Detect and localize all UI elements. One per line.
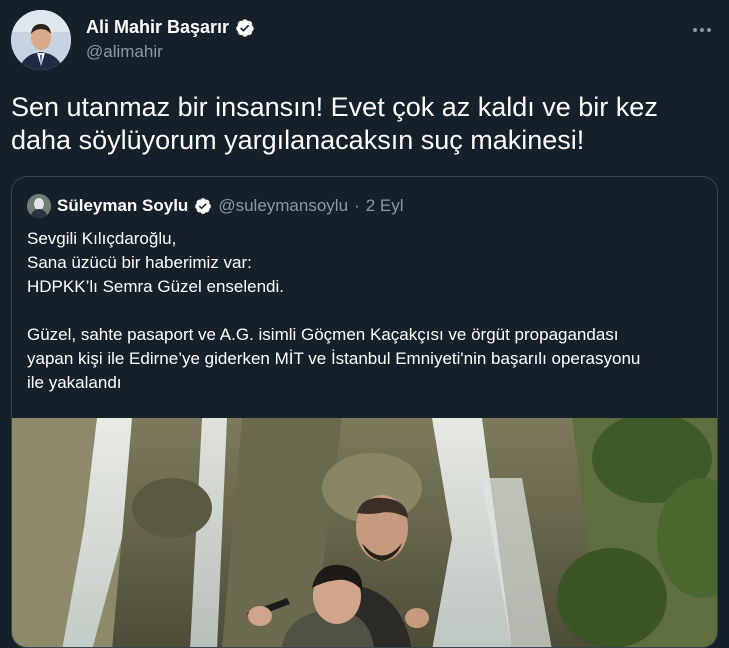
quoted-author-avatar[interactable] [27, 194, 51, 218]
quoted-tweet[interactable]: Süleyman Soylu @suleymansoylu · 2 Eyl Se… [11, 176, 718, 648]
quoted-text-line: ile yakalandı [27, 373, 122, 392]
quoted-tweet-photo[interactable] [12, 418, 717, 647]
tweet: Ali Mahir Başarır @alimahir Sen utanmaz … [0, 0, 729, 648]
author-info: Ali Mahir Başarır @alimahir [86, 17, 255, 62]
tweet-text: Sen utanmaz bir insansın! Evet çok az ka… [11, 92, 658, 155]
quoted-text-line: Sana üzücü bir haberimiz var: [27, 253, 252, 272]
quoted-tweet-header: Süleyman Soylu @suleymansoylu · 2 Eyl [27, 194, 404, 218]
verified-badge-icon [194, 197, 212, 215]
quoted-author-name[interactable]: Süleyman Soylu [57, 196, 188, 216]
quoted-text-line: Güzel, sahte pasaport ve A.G. isimli Göç… [27, 325, 619, 344]
more-options-icon[interactable] [687, 18, 717, 42]
quoted-tweet-date[interactable]: 2 Eyl [366, 196, 404, 216]
quoted-text-line: yapan kişi ile Edirne’ye giderken MİT ve… [27, 349, 641, 368]
author-avatar[interactable] [11, 10, 71, 70]
quoted-author-handle[interactable]: @suleymansoylu [218, 196, 348, 216]
author-name[interactable]: Ali Mahir Başarır [86, 17, 229, 38]
separator-dot: · [354, 196, 360, 215]
quoted-text-line: Sevgili Kılıçdaroğlu, [27, 229, 177, 248]
quoted-tweet-text: Sevgili Kılıçdaroğlu, Sana üzücü bir hab… [27, 227, 707, 395]
author-handle[interactable]: @alimahir [86, 42, 255, 62]
quoted-text-line: HDPKK’lı Semra Güzel enselendi. [27, 277, 285, 296]
verified-badge-icon [235, 18, 255, 38]
